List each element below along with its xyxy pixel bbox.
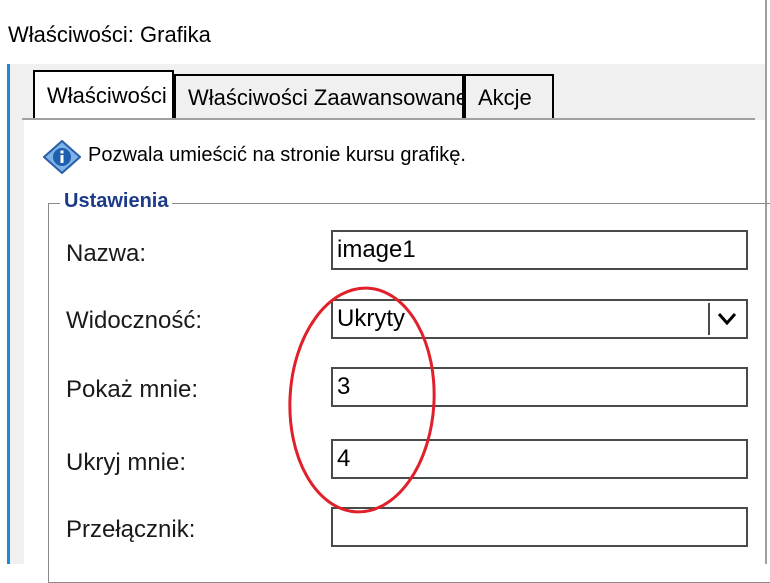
name-value: image1 [337,236,416,263]
toggle-input[interactable] [331,507,748,547]
visibility-label: Widoczność: [66,307,203,334]
tab-label: Akcje [478,85,532,110]
tab-wlasciwosci[interactable]: Właściwości [33,70,174,120]
chevron-down-icon[interactable] [708,303,744,335]
settings-group-label: Ustawienia [60,190,173,213]
show-me-value: 3 [337,373,351,400]
visibility-value: Ukryty [337,305,405,332]
name-input[interactable]: image1 [331,230,748,270]
info-diamond-icon [43,140,81,174]
hide-me-input[interactable]: 4 [331,439,748,479]
window-title-bar: Właściwości: Grafika [0,0,770,64]
tab-label: Właściwości [47,83,167,108]
tab-wlasciwosci-zaawansowane[interactable]: Właściwości Zaawansowane [174,74,468,120]
hide-me-label: Ukryj mnie: [66,449,187,476]
tab-label: Właściwości Zaawansowane [188,85,468,110]
show-me-label: Pokaż mnie: [66,376,199,403]
visibility-select[interactable]: Ukryty [331,299,748,339]
info-text: Pozwala umieścić na stronie kursu grafik… [88,144,466,166]
tab-akcje[interactable]: Akcje [464,74,554,120]
hide-me-value: 4 [337,445,351,472]
name-label: Nazwa: [66,240,147,267]
window-title: Właściwości: Grafika [8,22,211,47]
show-me-input[interactable]: 3 [331,367,748,407]
toggle-label: Przełącznik: [66,516,196,543]
